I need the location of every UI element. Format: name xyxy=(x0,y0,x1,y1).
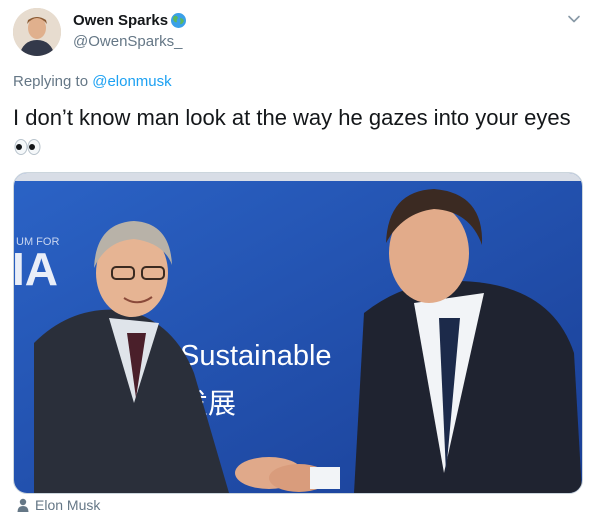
tweet-text: I don’t know man look at the way he gaze… xyxy=(13,105,571,130)
banner-fragment-2: IA xyxy=(14,243,58,295)
tweet-media-image[interactable]: UM FOR IA Sustainable 发展 xyxy=(13,172,583,494)
user-handle[interactable]: @OwenSparks_ xyxy=(73,33,182,50)
replying-to-prefix: Replying to xyxy=(13,73,93,90)
display-name-text[interactable]: Owen Sparks xyxy=(73,12,168,29)
globe-icon xyxy=(170,12,187,29)
display-name[interactable]: Owen Sparks xyxy=(73,12,187,29)
eyes-icon xyxy=(14,139,42,155)
avatar[interactable] xyxy=(13,8,61,56)
replying-to: Replying to @elonmusk xyxy=(13,73,172,90)
media-tag[interactable]: Elon Musk xyxy=(17,497,100,513)
replying-to-link[interactable]: @elonmusk xyxy=(92,73,171,90)
person-icon xyxy=(17,498,29,512)
chevron-down-icon[interactable] xyxy=(567,12,581,26)
tagged-user-name[interactable]: Elon Musk xyxy=(35,497,100,513)
banner-text-en: Sustainable xyxy=(180,340,332,372)
